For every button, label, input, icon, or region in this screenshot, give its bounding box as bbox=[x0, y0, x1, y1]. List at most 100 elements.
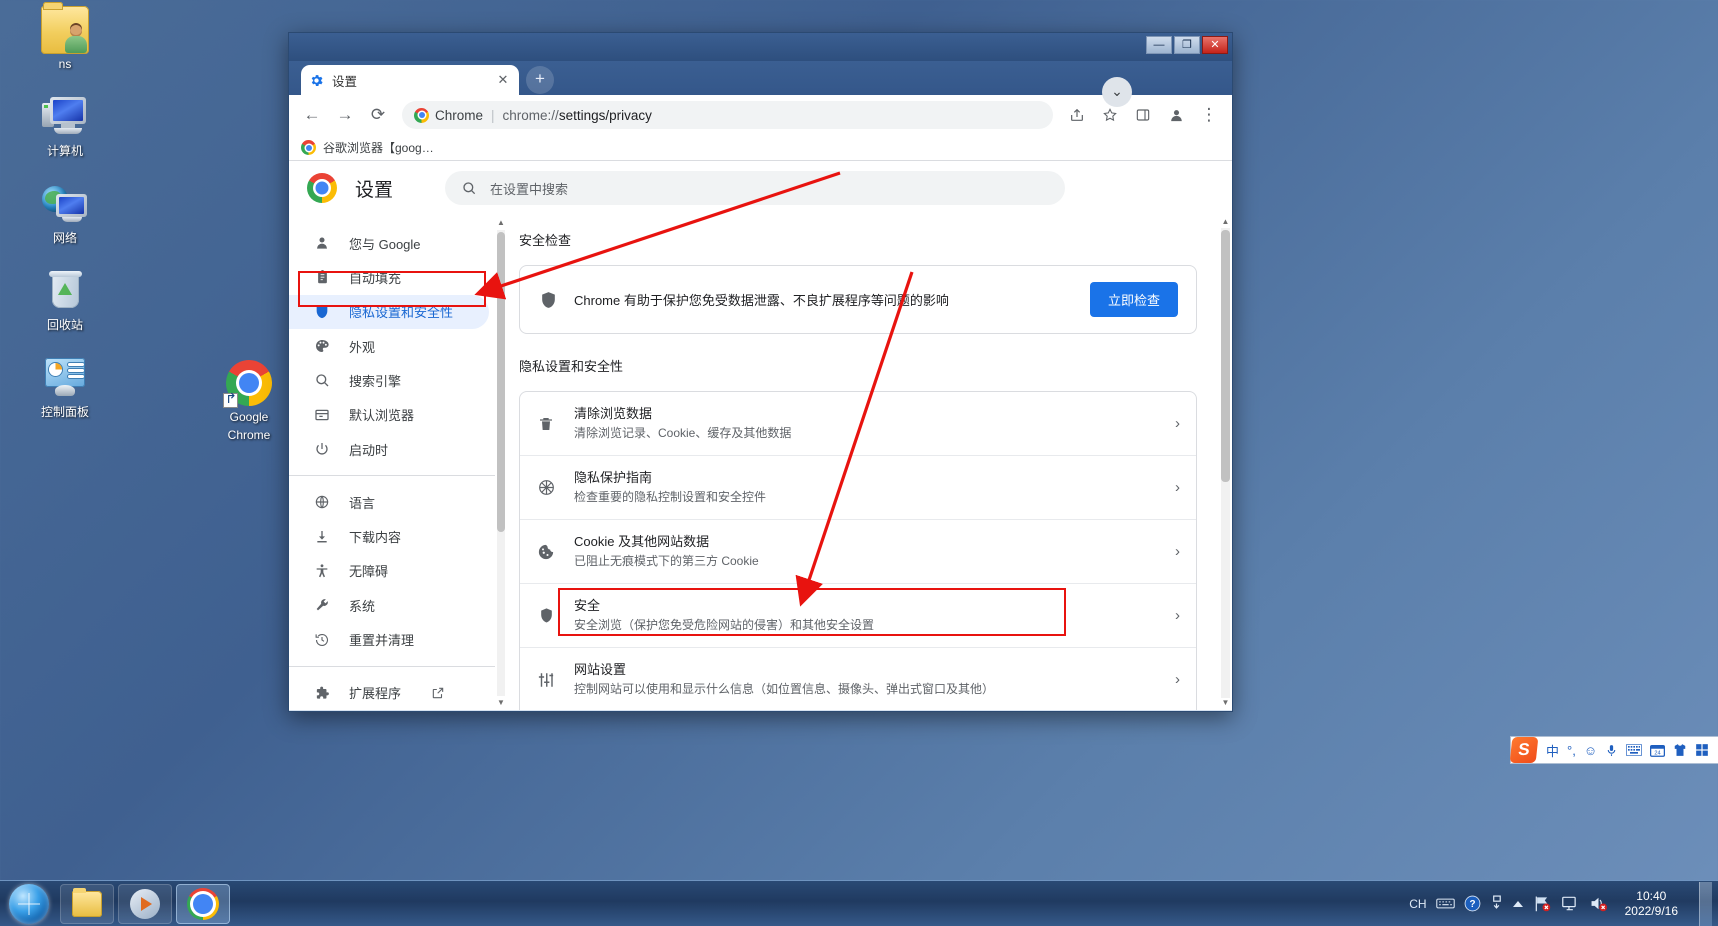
punctuation-mode-icon[interactable]: °, bbox=[1563, 743, 1580, 758]
chevron-right-icon[interactable]: › bbox=[1175, 543, 1180, 560]
scroll-down-arrow[interactable]: ▼ bbox=[497, 698, 505, 708]
sidebar-scrollbar-thumb[interactable] bbox=[497, 232, 505, 532]
desktop-icon-google-chrome[interactable]: Google Chrome bbox=[213, 360, 285, 442]
profile-icon[interactable] bbox=[1161, 100, 1191, 130]
scroll-down-arrow[interactable]: ▼ bbox=[1221, 698, 1230, 709]
calendar-icon[interactable]: 24 bbox=[1646, 743, 1669, 757]
back-button[interactable]: ← bbox=[297, 100, 327, 130]
list-item-clear-browsing-data[interactable]: 清除浏览数据 清除浏览记录、Cookie、缓存及其他数据 › bbox=[520, 392, 1196, 456]
emoji-icon[interactable]: ☺ bbox=[1580, 743, 1601, 758]
window-controls: — ❐ ✕ bbox=[1146, 36, 1228, 54]
sidebar-item-on-startup[interactable]: 启动时 bbox=[289, 432, 489, 466]
chevron-right-icon[interactable]: › bbox=[1175, 479, 1180, 496]
forward-button[interactable]: → bbox=[330, 100, 360, 130]
network-error-icon[interactable] bbox=[1533, 895, 1552, 912]
content-scrollbar[interactable]: ▲ ▼ bbox=[1219, 216, 1232, 710]
reload-button[interactable]: ⟳ bbox=[363, 100, 393, 130]
svg-text:?: ? bbox=[1469, 899, 1475, 910]
sidebar-item-privacy-and-security[interactable]: 隐私设置和安全性 bbox=[289, 294, 489, 329]
minimize-button[interactable]: — bbox=[1146, 36, 1172, 54]
sidebar-item-default-browser[interactable]: 默认浏览器 bbox=[289, 398, 489, 432]
sidebar-item-reset-and-cleanup[interactable]: 重置并清理 bbox=[289, 622, 489, 656]
menu-button[interactable]: ⋮ bbox=[1194, 100, 1224, 130]
list-item-subtitle: 清除浏览记录、Cookie、缓存及其他数据 bbox=[574, 426, 792, 440]
sidebar-item-autofill[interactable]: 自动填充 bbox=[289, 260, 489, 294]
content-scrollbar-thumb[interactable] bbox=[1221, 230, 1230, 482]
chevron-right-icon[interactable]: › bbox=[1175, 671, 1180, 688]
taskbar-item-chrome[interactable] bbox=[176, 883, 230, 924]
list-item-security[interactable]: 安全 安全浏览（保护您免受危险网站的侵害）和其他安全设置 › bbox=[520, 584, 1196, 648]
tray-language-indicator[interactable]: CH bbox=[1409, 897, 1426, 911]
chevron-right-icon[interactable]: › bbox=[1175, 607, 1180, 624]
address-bar[interactable]: Chrome | chrome://settings/privacy bbox=[402, 101, 1053, 129]
open-in-new-icon[interactable] bbox=[429, 684, 447, 702]
list-item-cookies[interactable]: Cookie 及其他网站数据 已阻止无痕模式下的第三方 Cookie › bbox=[520, 520, 1196, 584]
sidebar-item-you-and-google[interactable]: 您与 Google bbox=[289, 226, 489, 260]
maximize-button[interactable]: ❐ bbox=[1174, 36, 1200, 54]
keyboard-icon[interactable] bbox=[1435, 897, 1455, 910]
desktop-icon-control-panel[interactable]: 控制面板 bbox=[21, 354, 109, 419]
desktop-icon-recycle-bin[interactable]: 回收站 bbox=[21, 267, 109, 332]
chevron-down-icon[interactable]: ⌄ bbox=[1102, 77, 1132, 107]
chinese-mode-icon[interactable]: 中 bbox=[1542, 741, 1563, 760]
taskbar-item-media-player[interactable] bbox=[118, 883, 172, 924]
desktop-icon-network[interactable]: 网络 bbox=[21, 180, 109, 245]
sogou-logo-icon[interactable]: S bbox=[1509, 737, 1539, 763]
list-item-privacy-guide[interactable]: 隐私保护指南 检查重要的隐私控制设置和安全控件 › bbox=[520, 456, 1196, 520]
new-tab-button[interactable]: + bbox=[526, 66, 554, 94]
scroll-up-arrow[interactable]: ▲ bbox=[497, 218, 505, 228]
desktop-icon-label-line1: Google bbox=[229, 410, 269, 424]
wrench-icon bbox=[313, 596, 331, 614]
list-item-title: 隐私保护指南 bbox=[574, 470, 653, 485]
sidebar-scrollbar[interactable]: ▲ ▼ bbox=[495, 216, 507, 710]
sogou-ime-toolbar: S 中 °, ☺ 24 bbox=[1509, 736, 1718, 764]
download-icon bbox=[313, 528, 331, 546]
bookmark-item-label[interactable]: 谷歌浏览器【goog… bbox=[323, 139, 434, 156]
search-input[interactable]: 在设置中搜索 bbox=[445, 171, 1066, 205]
recycle-bin-icon bbox=[41, 267, 89, 315]
gear-icon bbox=[309, 73, 324, 88]
share-icon[interactable] bbox=[1062, 100, 1092, 130]
scroll-up-arrow[interactable]: ▲ bbox=[1221, 217, 1230, 228]
soft-keyboard-icon[interactable] bbox=[1622, 744, 1646, 756]
sidebar-item-search-engine[interactable]: 搜索引擎 bbox=[289, 363, 489, 397]
tab-settings[interactable]: 设置 ✕ bbox=[301, 65, 519, 95]
tab-close-icon[interactable]: ✕ bbox=[495, 72, 511, 88]
chevron-right-icon[interactable]: › bbox=[1175, 415, 1180, 432]
tab-strip: 设置 ✕ + ⌄ bbox=[289, 61, 1232, 107]
list-item-site-settings[interactable]: 网站设置 控制网站可以使用和显示什么信息（如位置信息、摄像头、弹出式窗口及其他）… bbox=[520, 648, 1196, 710]
show-desktop-button[interactable] bbox=[1699, 881, 1712, 926]
check-now-button[interactable]: 立即检查 bbox=[1089, 282, 1178, 317]
sidebar-item-accessibility[interactable]: 无障碍 bbox=[289, 554, 489, 588]
taskbar-clock[interactable]: 10:40 2022/9/16 bbox=[1617, 889, 1686, 919]
list-item-subtitle: 已阻止无痕模式下的第三方 Cookie bbox=[574, 554, 759, 568]
list-item-title: 清除浏览数据 bbox=[574, 406, 653, 421]
browser-icon bbox=[313, 406, 331, 424]
computer-icon bbox=[41, 93, 89, 141]
sidebar-item-extensions[interactable]: 扩展程序 bbox=[289, 676, 489, 710]
desktop-icon-ns[interactable]: ns bbox=[21, 2, 109, 71]
toolbox-icon[interactable] bbox=[1691, 743, 1713, 757]
show-hidden-icons-icon[interactable] bbox=[1490, 895, 1503, 912]
chevron-up-icon[interactable] bbox=[1512, 900, 1524, 908]
sidebar-item-downloads[interactable]: 下载内容 bbox=[289, 520, 489, 554]
voice-input-icon[interactable] bbox=[1601, 743, 1622, 758]
side-panel-icon[interactable] bbox=[1128, 100, 1158, 130]
sidebar-item-appearance[interactable]: 外观 bbox=[289, 329, 489, 363]
omnibox-separator: | bbox=[491, 107, 495, 123]
display-icon[interactable] bbox=[1561, 895, 1580, 912]
help-icon[interactable]: ? bbox=[1464, 895, 1481, 912]
accessibility-icon bbox=[313, 562, 331, 580]
window-titlebar[interactable]: — ❐ ✕ bbox=[289, 33, 1232, 61]
omnibox-url: chrome://settings/privacy bbox=[503, 108, 652, 123]
volume-muted-icon[interactable] bbox=[1589, 895, 1608, 912]
skin-icon[interactable] bbox=[1669, 743, 1691, 757]
start-button[interactable] bbox=[2, 882, 56, 926]
desktop-icon-computer[interactable]: 计算机 bbox=[21, 93, 109, 158]
sidebar-item-system[interactable]: 系统 bbox=[289, 588, 489, 622]
close-button[interactable]: ✕ bbox=[1202, 36, 1228, 54]
sidebar-item-languages[interactable]: 语言 bbox=[289, 485, 489, 519]
desktop-icon-label-line2: Chrome bbox=[227, 428, 271, 442]
desktop-icon-label: 回收站 bbox=[46, 318, 83, 332]
taskbar-item-explorer[interactable] bbox=[60, 883, 114, 924]
